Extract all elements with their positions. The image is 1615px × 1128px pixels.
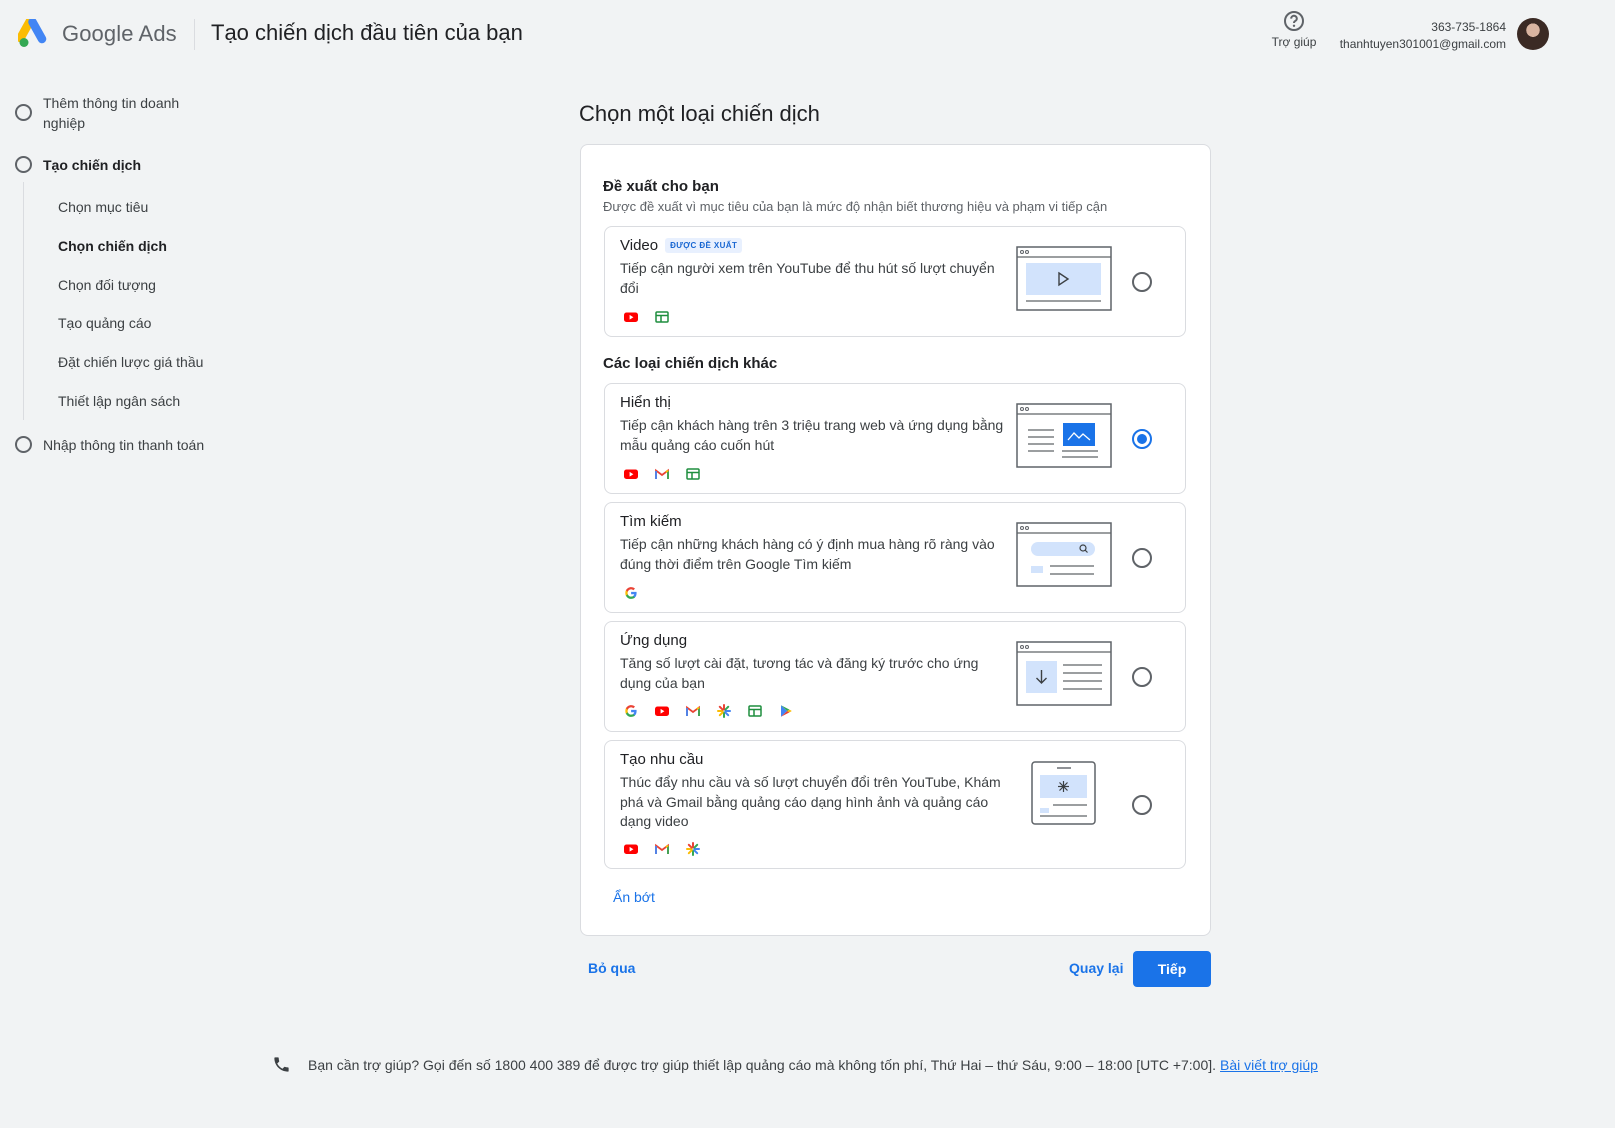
option-video[interactable]: Video ĐƯỢC ĐỀ XUẤT Tiếp cận người xem tr… [604,226,1186,337]
brand-name[interactable]: Google Ads [62,21,177,47]
avatar[interactable] [1517,18,1549,50]
back-button[interactable]: Quay lại [1069,960,1123,976]
other-types-title: Các loại chiến dịch khác [603,355,778,372]
display-illustration-icon [1016,403,1112,468]
app-illustration-icon [1016,641,1112,706]
option-display-radio[interactable] [1132,429,1152,449]
phone-icon [274,1057,289,1072]
step-status-icon [15,104,32,121]
recommended-badge: ĐƯỢC ĐỀ XUẤT [665,238,743,253]
display-network-icon [748,704,762,718]
step-label: Thêm thông tin doanh nghiệp [43,95,180,131]
option-description: Tăng số lượt cài đặt, tương tác và đăng … [620,655,979,691]
search-illustration-icon [1016,522,1112,587]
option-network-icons [624,586,638,600]
step-label: Nhập thông tin thanh toán [43,437,205,453]
discover-icon [686,842,700,856]
step-label: Tạo chiến dịch [43,157,142,173]
page-title: Tạo chiến dịch đầu tiên của bạn [211,20,523,45]
display-network-icon [686,467,700,481]
option-network-icons [624,704,793,718]
option-title: Ứng dụng [620,632,688,649]
option-display[interactable]: Hiển thị Tiếp cận khách hàng trên 3 triệ… [604,383,1186,494]
option-network-icons [624,310,669,324]
google-icon [624,704,638,718]
substep-goal[interactable]: Chọn mục tiêu [58,199,148,215]
video-illustration-icon [1016,246,1112,311]
option-title: Tạo nhu cầu [620,751,704,768]
option-network-icons [624,842,700,856]
step-status-icon [15,156,32,173]
account-email: thanhtuyen301001@gmail.com [1339,37,1506,51]
gmail-icon [686,704,700,718]
google-play-icon [779,704,793,718]
discover-icon [717,704,731,718]
next-button[interactable]: Tiếp [1133,951,1211,987]
youtube-icon [624,310,638,324]
step-billing[interactable]: Nhập thông tin thanh toán [15,435,213,455]
option-search-radio[interactable] [1132,548,1152,568]
option-title: Tìm kiếm [620,513,682,530]
help-article-link[interactable]: Bài viết trợ giúp [1220,1057,1318,1073]
option-description: Tiếp cận người xem trên YouTube để thu h… [620,260,995,296]
option-video-radio[interactable] [1132,272,1152,292]
display-network-icon [655,310,669,324]
step-create-campaign[interactable]: Tạo chiến dịch [15,155,213,175]
substep-line [23,182,24,420]
top-header: Google Ads Tạo chiến dịch đầu tiên của b… [0,0,1568,70]
account-info[interactable]: 363-735-1864 thanhtuyen301001@gmail.com [1340,19,1506,53]
step-business-info[interactable]: Thêm thông tin doanh nghiệp [15,93,213,133]
substep-ads[interactable]: Tạo quảng cáo [58,315,151,331]
google-icon [624,586,638,600]
option-description: Tiếp cận những khách hàng có ý định mua … [620,536,995,572]
demand-gen-illustration-icon [1031,761,1096,825]
youtube-icon [624,842,638,856]
substep-budget[interactable]: Thiết lập ngân sách [58,393,180,409]
substep-campaign[interactable]: Chọn chiến dịch [58,238,167,254]
option-description: Thúc đẩy nhu cầu và số lượt chuyển đổi t… [620,774,1001,829]
option-description: Tiếp cận khách hàng trên 3 triệu trang w… [620,417,1004,453]
recommended-subtitle: Được đề xuất vì mục tiêu của bạn là mức … [603,199,1108,214]
show-less-link[interactable]: Ẩn bớt [613,889,655,905]
substep-audience[interactable]: Chọn đối tượng [58,277,156,293]
option-title-text: Video [620,237,659,254]
option-demand-gen-radio[interactable] [1132,795,1152,815]
substep-bidding[interactable]: Đặt chiến lược giá thầu [58,354,203,370]
main-title: Chọn một loại chiến dịch [579,101,820,126]
option-demand-gen[interactable]: Tạo nhu cầu Thúc đẩy nhu cầu và số lượt … [604,740,1186,869]
help-footer: Bạn cần trợ giúp? Gọi đến số 1800 400 38… [272,1055,1318,1074]
help-button[interactable]: Trợ giúp [1262,10,1326,49]
option-network-icons [624,467,700,481]
help-icon [1284,11,1304,31]
help-label: Trợ giúp [1271,35,1317,49]
youtube-icon [624,467,638,481]
gmail-icon [655,842,669,856]
option-search[interactable]: Tìm kiếm Tiếp cận những khách hàng có ý … [604,502,1186,613]
google-ads-logo-icon[interactable] [18,19,52,49]
option-app-radio[interactable] [1132,667,1152,687]
header-divider [194,19,195,50]
gmail-icon [655,467,669,481]
option-app[interactable]: Ứng dụng Tăng số lượt cài đặt, tương tác… [604,621,1186,732]
skip-button[interactable]: Bỏ qua [588,960,635,976]
recommended-title: Đề xuất cho bạn [603,178,719,195]
option-title: Hiển thị [620,394,671,411]
youtube-icon [655,704,669,718]
footer-text: Bạn cần trợ giúp? Gọi đến số 1800 400 38… [308,1056,1217,1073]
step-status-icon [15,436,32,453]
option-title: Video ĐƯỢC ĐỀ XUẤT [620,237,743,254]
account-id: 363-735-1864 [1431,20,1506,34]
